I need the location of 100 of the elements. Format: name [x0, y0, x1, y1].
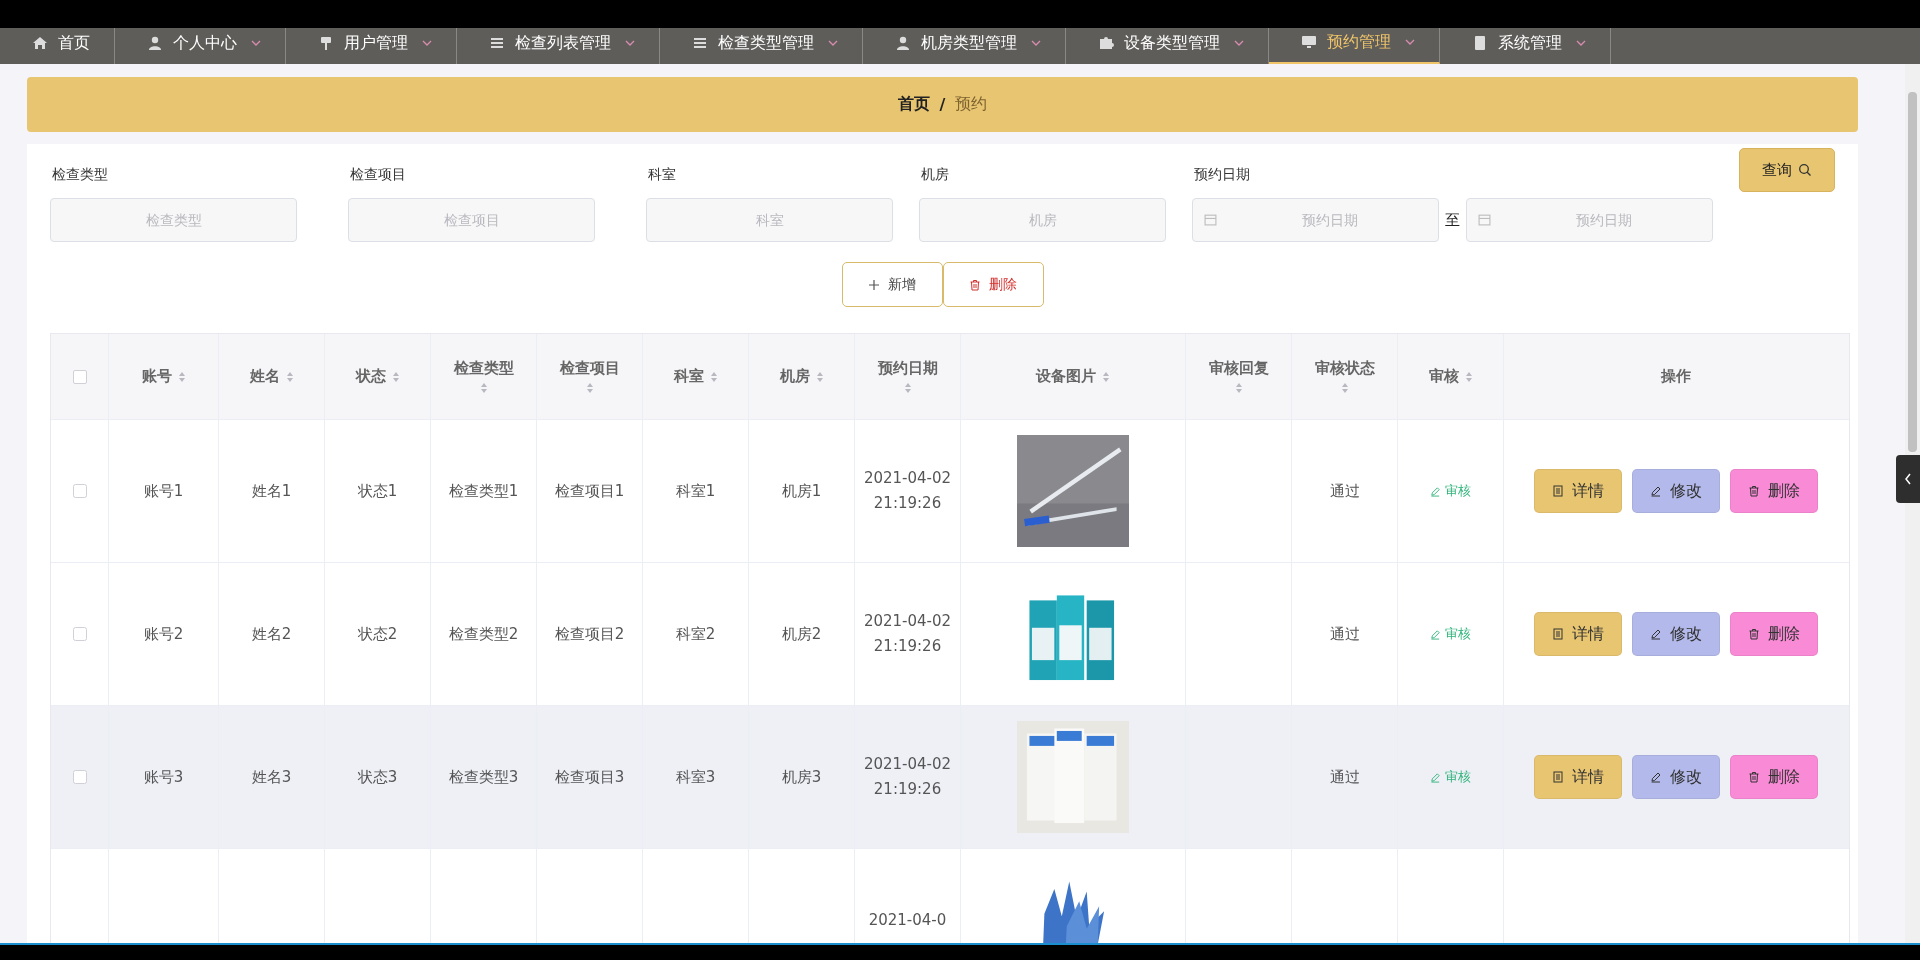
pencil-icon	[1649, 771, 1662, 783]
sort-icon[interactable]	[1102, 370, 1110, 383]
column-header: 审核	[1428, 367, 1459, 386]
edit-button[interactable]: 修改	[1631, 755, 1720, 799]
filter-field[interactable]: 机房	[919, 198, 1166, 242]
caret-icon	[422, 40, 432, 46]
sort-icon[interactable]	[815, 370, 824, 383]
sort-icon[interactable]	[585, 382, 594, 394]
table-cell: 账号3	[143, 767, 184, 787]
person-icon	[147, 35, 163, 51]
caret-icon	[1234, 40, 1244, 46]
sort-icon[interactable]	[1464, 370, 1473, 383]
document-icon	[1551, 485, 1564, 497]
caret-icon	[625, 40, 635, 46]
breadcrumb-home[interactable]: 首页	[897, 94, 930, 115]
filter-label: 检查项目	[349, 166, 407, 184]
detail-button[interactable]: 详情	[1533, 469, 1622, 513]
chevron-left-icon	[1904, 473, 1912, 485]
table-cell: 检查项目1	[554, 481, 625, 501]
date-field[interactable]: 预约日期	[1466, 198, 1713, 242]
sort-icon[interactable]	[177, 370, 186, 383]
column-header: 设备图片	[1036, 367, 1096, 386]
row-checkbox[interactable]	[72, 627, 87, 641]
detail-button[interactable]: 详情	[1533, 612, 1622, 656]
pencil-icon	[1649, 628, 1662, 640]
nav-tab[interactable]: 首页	[0, 28, 115, 64]
del-button[interactable]: 删除	[1729, 612, 1818, 656]
table-cell: 账号2	[143, 624, 184, 644]
nav-tab[interactable]: 预约管理	[1269, 28, 1440, 64]
sort-icon[interactable]	[903, 382, 912, 394]
nav-tab[interactable]: 检查列表管理	[457, 28, 660, 64]
calendar-icon	[1204, 213, 1217, 226]
pencil-icon	[1430, 628, 1441, 640]
nav-tab[interactable]: 检查类型管理	[660, 28, 863, 64]
nav-tab[interactable]: 机房类型管理	[863, 28, 1066, 64]
nav-tab[interactable]: 个人中心	[115, 28, 286, 64]
caret-icon	[1405, 39, 1415, 45]
sort-icon[interactable]	[1340, 382, 1349, 394]
del-button[interactable]: 删除	[1729, 755, 1818, 799]
pencil-icon	[1430, 771, 1441, 783]
edit-button[interactable]: 修改	[1631, 612, 1720, 656]
detail-button[interactable]: 详情	[1533, 755, 1622, 799]
del-button[interactable]: 删除	[1729, 469, 1818, 513]
search-icon	[1798, 163, 1812, 177]
breadcrumb-current: 预约	[955, 94, 988, 115]
edit-button[interactable]: 修改	[1631, 469, 1720, 513]
column-header: 账号	[141, 367, 172, 386]
filter-field[interactable]: 检查项目	[348, 198, 595, 242]
table-cell: 状态3	[357, 767, 398, 787]
trash-icon	[1747, 485, 1760, 497]
trash-icon	[1747, 628, 1760, 640]
filter-field[interactable]: 科室	[646, 198, 893, 242]
select-all-checkbox[interactable]	[72, 369, 87, 384]
add-button[interactable]: 新增	[841, 262, 943, 307]
table-cell-text: 2021-04-02 21:19:26	[862, 754, 953, 800]
table-cell: 机房1	[781, 481, 822, 501]
table-cell-text: 2021-04-0	[868, 909, 947, 931]
column-header: 审核状态	[1313, 359, 1376, 378]
scrollbar[interactable]	[1905, 64, 1920, 943]
search-button[interactable]: 查询	[1739, 148, 1835, 192]
sort-icon[interactable]	[285, 370, 294, 383]
puzzle-icon	[1098, 35, 1114, 51]
filter-field[interactable]: 检查类型	[50, 198, 297, 242]
filter-label: 科室	[647, 166, 677, 184]
date-field[interactable]: 预约日期	[1192, 198, 1439, 242]
range-separator: 至	[1445, 210, 1460, 230]
row-checkbox[interactable]	[72, 770, 87, 784]
delete-button[interactable]: 删除	[942, 262, 1044, 307]
caret-icon	[1576, 40, 1586, 46]
table-cell-text: 2021-04-02 21:19:26	[862, 468, 953, 514]
table-cell: 科室3	[675, 767, 716, 787]
table-cell: 账号1	[143, 481, 184, 501]
calendar-icon	[1478, 213, 1491, 226]
plus-icon	[868, 278, 880, 291]
sort-icon[interactable]	[709, 370, 718, 383]
monitor-icon	[1301, 34, 1317, 50]
table-cell: 检查项目2	[554, 624, 625, 644]
table-cell: 通过	[1329, 767, 1360, 787]
column-header: 检查类型	[452, 359, 515, 378]
sort-icon[interactable]	[479, 382, 488, 394]
nav-tab[interactable]: 系统管理	[1440, 28, 1611, 64]
table-cell: 机房3	[781, 767, 822, 787]
column-header: 状态	[355, 367, 386, 386]
nav-tab[interactable]: 设备类型管理	[1066, 28, 1269, 64]
person-icon	[895, 35, 911, 51]
sort-icon[interactable]	[391, 370, 400, 383]
table-cell: 姓名2	[251, 624, 292, 644]
sort-icon[interactable]	[1234, 382, 1243, 394]
filter-label: 检查类型	[51, 166, 109, 184]
table-cell: 状态1	[357, 481, 398, 501]
side-panel-toggle[interactable]	[1896, 455, 1920, 503]
table-cell: 检查类型2	[448, 624, 519, 644]
table-cell: 检查类型1	[448, 481, 519, 501]
table-cell: 通过	[1329, 481, 1360, 501]
table-cell: 检查类型3	[448, 767, 519, 787]
table-cell-text: 2021-04-02 21:19:26	[862, 611, 953, 657]
pencil-icon	[1649, 485, 1662, 497]
nav-tab[interactable]: 用户管理	[286, 28, 457, 64]
row-checkbox[interactable]	[72, 484, 87, 498]
column-header: 操作	[1660, 367, 1691, 386]
